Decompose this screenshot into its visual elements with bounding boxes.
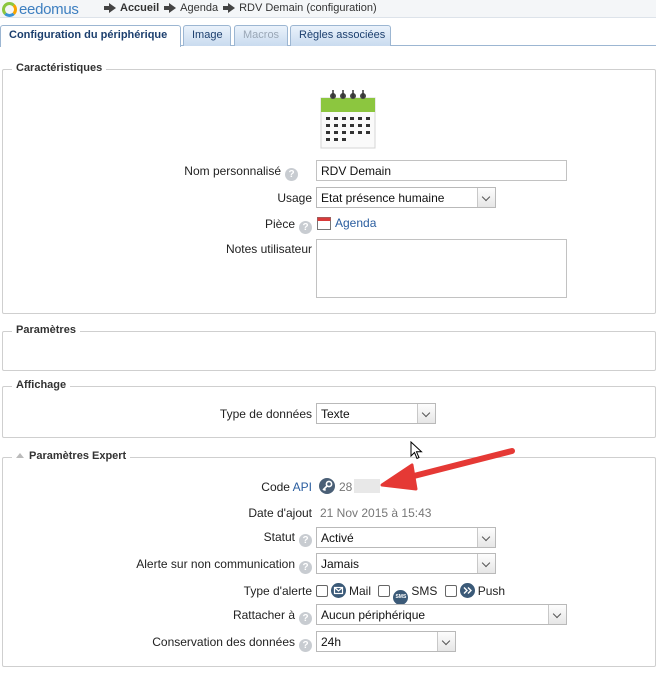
breadcrumb-current: RDV Demain (configuration) <box>223 2 377 14</box>
mail-icon <box>331 583 346 598</box>
rattacher-value: Aucun périphérique <box>321 608 426 622</box>
conservation-value: 24h <box>321 635 342 649</box>
rattacher-label-text: Rattacher à <box>232 608 295 622</box>
breadcrumb-label: Agenda <box>180 2 219 14</box>
nom-label-text: Nom personnalisé <box>184 164 281 178</box>
usage-label: Usage <box>277 191 312 205</box>
push-checkbox[interactable] <box>444 585 457 597</box>
sms-checkbox[interactable] <box>378 585 391 597</box>
statut-select[interactable]: Activé <box>316 527 496 548</box>
arrow-right-icon <box>104 3 116 13</box>
tab-bar: Configuration du périphérique Image Macr… <box>0 25 656 47</box>
conservation-label: Conservation des données? <box>100 635 312 652</box>
date-ajout-label: Date d'ajout <box>248 506 312 520</box>
mail-label: Mail <box>349 584 372 598</box>
breadcrumb-accueil[interactable]: Accueil <box>104 2 160 14</box>
breadcrumb-agenda[interactable]: Agenda <box>164 2 219 14</box>
arrow-right-icon <box>223 3 236 13</box>
alerte-label: Alerte sur non communication? <box>100 557 312 574</box>
red-annotation-arrow-icon <box>380 448 515 491</box>
help-icon[interactable]: ? <box>299 561 312 574</box>
logo-text: eedomus <box>19 0 79 18</box>
conservation-label-text: Conservation des données <box>152 635 295 649</box>
notes-label: Notes utilisateur <box>225 242 312 256</box>
expert-legend-text: Paramètres Expert <box>29 450 127 462</box>
fieldset-legend: Paramètres <box>12 324 80 336</box>
fieldset-legend: Caractéristiques <box>12 62 107 74</box>
alerte-label-text: Alerte sur non communication <box>136 557 295 571</box>
push-icon <box>459 583 475 598</box>
mail-checkbox[interactable] <box>316 585 328 597</box>
fieldset-legend: Affichage <box>12 379 71 391</box>
nom-personnalise-input[interactable] <box>316 160 567 181</box>
push-label: Push <box>477 584 506 598</box>
notes-textarea[interactable] <box>316 239 567 298</box>
statut-label: Statut? <box>100 530 312 547</box>
help-icon[interactable]: ? <box>299 612 312 625</box>
calendar-icon <box>317 217 331 230</box>
chevron-down-icon <box>437 632 455 651</box>
api-link[interactable]: API <box>293 480 312 494</box>
tab-configuration[interactable]: Configuration du périphérique <box>0 25 181 47</box>
sms-label: SMS <box>411 584 438 598</box>
breadcrumb-label: Accueil <box>120 2 160 14</box>
chevron-down-icon <box>417 404 435 423</box>
type-donnees-value: Texte <box>321 407 350 421</box>
type-alerte-label: Type d'alerte <box>243 584 312 598</box>
statut-value: Activé <box>321 531 354 545</box>
alerte-select[interactable]: Jamais <box>316 553 496 574</box>
chevron-down-icon <box>477 528 495 547</box>
breadcrumb-label: RDV Demain (configuration) <box>239 2 377 14</box>
code-label: Code API <box>100 480 312 494</box>
logo-icon <box>2 1 17 17</box>
help-icon[interactable]: ? <box>285 168 298 181</box>
collapse-triangle-icon <box>16 453 24 458</box>
fieldset-legend[interactable]: Paramètres Expert <box>12 450 131 462</box>
rattacher-label: Rattacher à? <box>100 608 312 625</box>
piece-value[interactable]: Agenda <box>317 216 376 230</box>
eedomus-logo[interactable]: eedomus <box>2 0 79 18</box>
tab-macros: Macros <box>234 25 288 46</box>
type-donnees-select[interactable]: Texte <box>316 403 436 424</box>
rattacher-select[interactable]: Aucun périphérique <box>316 604 567 625</box>
device-calendar-image <box>316 84 380 150</box>
breadcrumb: Accueil Agenda RDV Demain (configuration… <box>104 2 387 14</box>
tab-regles[interactable]: Règles associées <box>290 25 391 46</box>
code-text: 28 <box>339 480 353 494</box>
help-icon[interactable]: ? <box>299 639 312 652</box>
chevron-down-icon <box>477 554 495 573</box>
help-icon[interactable]: ? <box>299 221 312 234</box>
code-label-text: Code <box>261 480 290 494</box>
fieldset-parametres: Paramètres <box>2 324 656 371</box>
help-icon[interactable]: ? <box>299 534 312 547</box>
alert-types: Mail SMS SMS Push <box>316 583 505 605</box>
nom-label: Nom personnalisé? <box>100 164 298 181</box>
top-bar: eedomus Accueil Agenda RDV Demain (confi… <box>0 0 656 18</box>
piece-label: Pièce? <box>100 217 312 234</box>
arrow-right-icon <box>164 3 177 13</box>
statut-label-text: Statut <box>263 530 295 544</box>
usage-select[interactable]: Etat présence humaine <box>316 187 496 208</box>
type-donnees-label: Type de données <box>219 407 312 421</box>
piece-link[interactable]: Agenda <box>335 216 376 230</box>
chevron-down-icon <box>548 605 566 624</box>
piece-label-text: Pièce <box>264 217 295 231</box>
tab-image[interactable]: Image <box>183 25 231 46</box>
chevron-down-icon <box>477 188 495 207</box>
usage-select-value: Etat présence humaine <box>321 191 445 205</box>
conservation-select[interactable]: 24h <box>316 631 456 652</box>
sms-icon: SMS <box>393 590 409 605</box>
date-ajout-value: 21 Nov 2015 à 15:43 <box>320 506 432 520</box>
key-icon[interactable] <box>319 478 335 494</box>
alerte-value: Jamais <box>321 557 360 571</box>
